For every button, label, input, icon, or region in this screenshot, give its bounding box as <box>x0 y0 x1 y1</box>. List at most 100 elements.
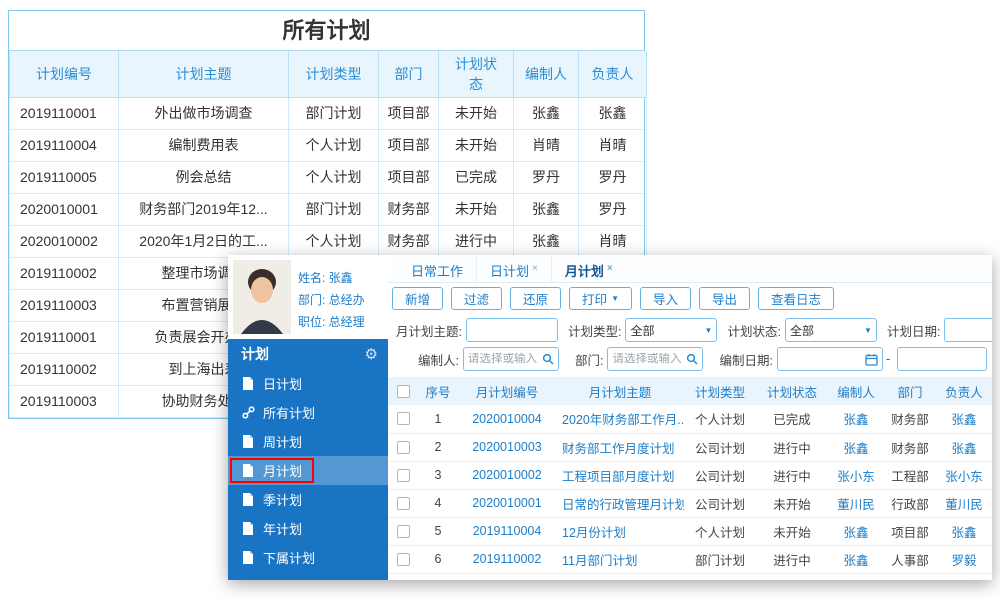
plan-number-link[interactable]: 2020010002 <box>458 461 556 490</box>
row-checkbox[interactable] <box>396 468 410 482</box>
plan-number-link[interactable]: 2020010004 <box>458 405 556 434</box>
compiler-search-input[interactable] <box>462 347 559 371</box>
table-row[interactable]: 4 2020010001 日常的行政管理月计划 公司计划 未开始 董川民 行政部 董川民 <box>388 489 992 518</box>
plan-subject-link[interactable]: 财务部工作月度计划 <box>556 433 684 462</box>
sidebar-item-all-plans[interactable]: 所有计划 <box>228 398 388 427</box>
table-row[interactable]: 6 2019110002 11月部门计划 部门计划 进行中 张鑫 人事部 罗毅 <box>388 545 992 574</box>
close-icon[interactable]: × <box>532 263 538 274</box>
checkbox-cell <box>388 405 418 434</box>
search-icon[interactable] <box>686 353 698 365</box>
table-row[interactable]: 2019110005 例会总结 个人计划 项目部 已完成 罗丹 罗丹 <box>9 160 647 194</box>
table-row[interactable]: 1 2020010004 2020年财务部工作月... 个人计划 已完成 张鑫 财务部 张鑫 <box>388 405 992 434</box>
person-link[interactable]: 董川民 <box>936 489 992 518</box>
plan-date-field[interactable] <box>949 324 992 336</box>
compile-date-start-input[interactable] <box>776 347 883 371</box>
view-log-button[interactable]: 查看日志 <box>758 287 835 310</box>
sidebar-item-label: 年计划 <box>263 522 303 537</box>
cell: 公司计划 <box>684 433 756 462</box>
plan-number-link[interactable]: 2019110004 <box>458 517 556 546</box>
dept-field[interactable] <box>612 353 684 365</box>
compile-date-end-field[interactable] <box>902 353 983 365</box>
table-row[interactable]: 3 2020010002 工程项目部月度计划 公司计划 进行中 张小东 工程部 张小东 <box>388 461 992 490</box>
close-icon[interactable]: × <box>607 263 613 274</box>
sidebar-item-monthly-plan[interactable]: 月计划 <box>228 456 388 485</box>
sidebar-item-label: 所有计划 <box>263 406 316 421</box>
subject-filter-input[interactable] <box>465 318 558 342</box>
subject-input[interactable] <box>470 324 553 336</box>
table-row[interactable]: 2019110004 编制费用表 个人计划 项目部 未开始 肖晴 肖晴 <box>9 128 647 162</box>
person-link[interactable]: 张小东 <box>828 461 884 490</box>
sidebar-item-daily-plan[interactable]: 日计划 <box>228 369 388 398</box>
gear-icon[interactable]: ⚙ <box>365 345 378 363</box>
plan-subject-link[interactable]: 12月份计划 <box>556 517 684 546</box>
row-checkbox[interactable] <box>396 440 410 454</box>
cell: 工程部 <box>884 461 936 490</box>
tab-月计划[interactable]: 月计划 × <box>550 255 626 282</box>
plan-subject-link[interactable]: 日常的行政管理月计划 <box>556 489 684 518</box>
person-link[interactable]: 张小东 <box>936 461 992 490</box>
cell: 进行中 <box>756 461 828 490</box>
column-header: 负责人 <box>578 51 647 98</box>
tab-日常工作[interactable]: 日常工作 <box>398 255 476 282</box>
export-button[interactable]: 导出 <box>699 287 751 310</box>
row-checkbox[interactable] <box>396 496 410 510</box>
table-row[interactable]: 2 2020010003 财务部工作月度计划 公司计划 进行中 张鑫 财务部 张鑫 <box>388 433 992 462</box>
tab-日计划[interactable]: 日计划 × <box>476 255 551 282</box>
sidebar-item-yearly-plan[interactable]: 年计划 <box>228 514 388 543</box>
type-select[interactable]: 全部 ▼ <box>625 318 718 342</box>
document-icon <box>242 435 255 448</box>
add-button[interactable]: 新增 <box>392 287 444 310</box>
cell: 2019110005 <box>9 160 119 194</box>
plan-number-link[interactable]: 2019110002 <box>458 545 556 574</box>
table-row[interactable]: 5 2019110004 12月份计划 个人计划 未开始 张鑫 项目部 张鑫 <box>388 517 992 546</box>
sidebar-item-weekly-plan[interactable]: 周计划 <box>228 427 388 456</box>
column-header: 计划主题 <box>118 51 289 98</box>
import-button[interactable]: 导入 <box>639 287 691 310</box>
person-link[interactable]: 张鑫 <box>936 433 992 462</box>
column-header: 序号 <box>418 377 458 405</box>
table-row[interactable]: 2020010001 财务部门2019年12... 部门计划 财务部 未开始 张鑫 罗丹 <box>9 192 647 226</box>
calendar-icon[interactable] <box>865 353 878 366</box>
search-icon[interactable] <box>542 353 554 365</box>
sidebar-item-subordinate-plan[interactable]: 下属计划 <box>228 543 388 572</box>
filter-button[interactable]: 过滤 <box>451 287 503 310</box>
table-row[interactable]: 2020010002 2020年1月2日的工... 个人计划 财务部 进行中 张鑫 肖晴 <box>9 224 647 258</box>
person-link[interactable]: 张鑫 <box>828 433 884 462</box>
person-link[interactable]: 董川民 <box>828 489 884 518</box>
row-checkbox[interactable] <box>396 412 410 426</box>
checkbox-cell <box>388 489 418 518</box>
column-header: 计划状态 <box>438 51 514 98</box>
person-link[interactable]: 罗毅 <box>936 545 992 574</box>
compile-date-start-field[interactable] <box>781 353 862 365</box>
cell: 个人计划 <box>684 405 756 434</box>
row-checkbox[interactable] <box>396 552 410 566</box>
plan-number-link[interactable]: 2020010001 <box>458 489 556 518</box>
print-button[interactable]: 打印 ▼ <box>569 287 632 310</box>
person-link[interactable]: 张鑫 <box>936 517 992 546</box>
person-link[interactable]: 张鑫 <box>828 405 884 434</box>
cell: 未开始 <box>756 517 828 546</box>
cell: 个人计划 <box>684 517 756 546</box>
cell: 财务部 <box>884 433 936 462</box>
status-select[interactable]: 全部 ▼ <box>784 318 877 342</box>
person-link[interactable]: 张鑫 <box>936 405 992 434</box>
plan-date-input[interactable] <box>944 318 992 342</box>
person-link[interactable]: 张鑫 <box>828 545 884 574</box>
dept-search-input[interactable] <box>607 347 704 371</box>
plan-subject-link[interactable]: 工程项目部月度计划 <box>556 461 684 490</box>
select-all-checkbox[interactable] <box>396 384 410 398</box>
reset-button[interactable]: 还原 <box>510 287 562 310</box>
select-all-header <box>388 377 418 405</box>
table-row[interactable]: 2019110001 外出做市场调查 部门计划 项目部 未开始 张鑫 张鑫 <box>9 96 647 130</box>
plan-subject-link[interactable]: 11月部门计划 <box>556 545 684 574</box>
sidebar-item-quarterly-plan[interactable]: 季计划 <box>228 485 388 514</box>
plan-number-link[interactable]: 2020010003 <box>458 433 556 462</box>
compile-date-end-input[interactable] <box>897 347 988 371</box>
checkbox-cell <box>388 433 418 462</box>
cell: 2019110001 <box>9 96 119 130</box>
compiler-field[interactable] <box>467 353 539 365</box>
row-checkbox[interactable] <box>396 524 410 538</box>
plan-subject-link[interactable]: 2020年财务部工作月... <box>556 405 684 434</box>
person-link[interactable]: 张鑫 <box>828 517 884 546</box>
cell: 财务部 <box>378 224 439 258</box>
